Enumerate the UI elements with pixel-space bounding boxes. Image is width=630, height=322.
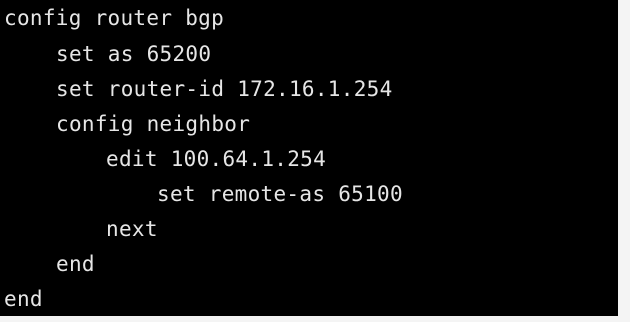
terminal-output: config router bgp set as 65200 set route… [0,0,618,316]
screenshot-frame: config router bgp set as 65200 set route… [0,0,630,322]
config-line-next: next [106,217,158,241]
config-line-end-bgp: end [4,287,43,311]
config-line-set-remote-as: set remote-as 65100 [157,182,403,206]
config-line-end-neighbor: end [56,252,95,276]
config-line-router-bgp: config router bgp [4,6,225,30]
config-line-neighbor: config neighbor [56,112,251,136]
config-line-edit-neighbor: edit 100.64.1.254 [106,147,327,171]
config-line-set-as: set as 65200 [56,42,212,66]
config-line-set-router-id: set router-id 172.16.1.254 [56,77,393,101]
